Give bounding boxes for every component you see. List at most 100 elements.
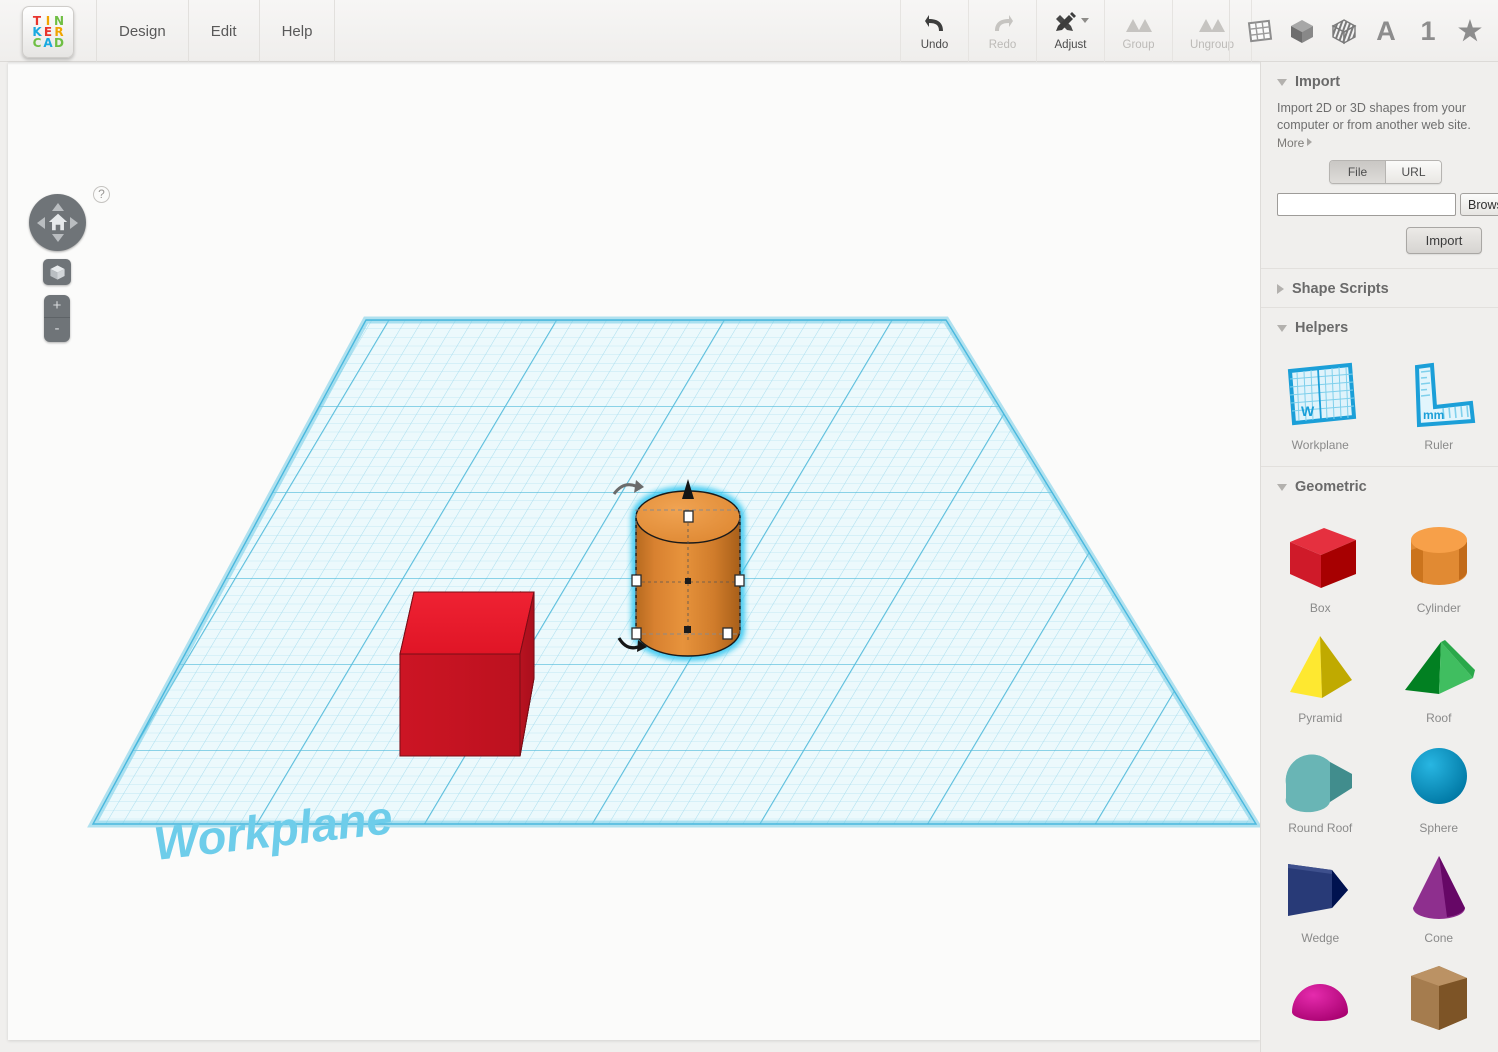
handle-bottom-left-scale[interactable] (631, 627, 642, 640)
handle-center[interactable] (685, 578, 691, 584)
workplane-helper-icon: W (1275, 356, 1365, 434)
shape-label-roof: Roof (1426, 711, 1452, 725)
svg-text:W: W (1301, 403, 1315, 419)
zoom-in-button[interactable]: + (44, 295, 70, 318)
shape-item-pyramid[interactable]: Pyramid (1261, 621, 1380, 731)
import-button-row: Import (1277, 216, 1482, 254)
text-letter-icon[interactable]: A (1366, 9, 1406, 53)
section-header-geometric[interactable]: Geometric (1261, 466, 1498, 505)
svg-text:mm: mm (1423, 408, 1444, 422)
nav-left-arrow[interactable] (37, 217, 45, 229)
import-button[interactable]: Import (1406, 227, 1482, 254)
top-toolbar: TINKERCAD Design Edit Help Undo Redo Adjust… (0, 0, 1498, 62)
shape-item-half-sphere[interactable] (1261, 951, 1380, 1047)
shape-item-round-roof[interactable]: Round Roof (1261, 731, 1380, 841)
tool-undo[interactable]: Undo (900, 0, 968, 62)
ruler-helper-icon: mm (1394, 356, 1484, 434)
zoom-out-button[interactable]: - (44, 318, 70, 341)
chevron-down-icon (1277, 324, 1287, 332)
ungroup-icon (1197, 11, 1227, 37)
import-file-row: Browse... (1277, 193, 1498, 216)
shape-item-roof[interactable]: Roof (1380, 621, 1498, 731)
sphere-shape-icon (1394, 739, 1484, 817)
group-icon (1124, 11, 1154, 37)
shape-item-sphere[interactable]: Sphere (1380, 731, 1498, 841)
shape-label-sphere: Sphere (1419, 821, 1459, 835)
helper-item-ruler[interactable]: mm Ruler (1380, 348, 1498, 458)
fit-view-cube-button[interactable] (43, 259, 71, 285)
view-navigation-pad[interactable] (29, 194, 86, 251)
undo-icon (923, 11, 947, 37)
3d-canvas[interactable]: Workplane ? + - (8, 62, 1260, 1040)
view-tools: A 1 ★ (1229, 0, 1490, 62)
section-title-helpers: Helpers (1295, 320, 1349, 336)
tool-group: Group (1104, 0, 1172, 62)
tool-adjust[interactable]: Adjust (1036, 0, 1104, 62)
tab-url[interactable]: URL (1385, 161, 1441, 183)
help-button[interactable]: ? (93, 186, 110, 203)
shape-item-cone[interactable]: Cone (1380, 841, 1498, 951)
section-title-geometric: Geometric (1295, 479, 1367, 495)
shape-label-round-roof: Round Roof (1288, 821, 1353, 835)
nav-right-arrow[interactable] (70, 217, 78, 229)
shape-item-wedge[interactable]: Wedge (1261, 841, 1380, 951)
handle-bottom-center[interactable] (684, 626, 691, 633)
import-source-tabs[interactable]: File URL (1329, 160, 1442, 184)
logo-letter-d-8: D (54, 35, 64, 50)
menu-help[interactable]: Help (260, 0, 336, 62)
handle-right-scale[interactable] (734, 574, 745, 587)
shapes-panel[interactable]: Import Import 2D or 3D shapes from your … (1260, 62, 1498, 1052)
favorite-star-icon[interactable]: ★ (1450, 9, 1490, 53)
shape-label-wedge: Wedge (1301, 931, 1340, 945)
import-file-input[interactable] (1277, 193, 1456, 216)
shape-item-cylinder[interactable]: Cylinder (1380, 511, 1498, 621)
hatched-cube-icon[interactable] (1324, 9, 1364, 53)
more-label: More (1277, 136, 1305, 150)
shape-item-hexagon-prism[interactable] (1380, 951, 1498, 1047)
red-box-object[interactable] (399, 591, 535, 757)
shape-label-pyramid: Pyramid (1298, 711, 1343, 725)
geometric-shapes-grid: Box Cylinder Pyramid Roof Round Roof Sph… (1261, 505, 1498, 1051)
cylinder-shape-icon (1394, 519, 1484, 597)
section-title-import: Import (1295, 74, 1341, 90)
handle-left-scale[interactable] (631, 574, 642, 587)
menu-design[interactable]: Design (96, 0, 189, 62)
workplane-grid-icon[interactable] (1240, 9, 1280, 53)
section-header-import[interactable]: Import (1261, 62, 1498, 100)
import-more-link[interactable]: More (1277, 136, 1482, 150)
chevron-down-icon (1277, 483, 1287, 491)
tab-file[interactable]: File (1330, 161, 1385, 183)
nav-down-arrow[interactable] (52, 234, 64, 242)
import-description: Import 2D or 3D shapes from your compute… (1277, 101, 1471, 132)
logo-letter-c-6: C (32, 35, 42, 50)
tinkercad-logo[interactable]: TINKERCAD (22, 6, 74, 58)
more-arrow-icon (1307, 138, 1313, 146)
helper-item-workplane[interactable]: W Workplane (1261, 348, 1380, 458)
main-menu: Design Edit Help (96, 0, 336, 62)
shape-item-box[interactable]: Box (1261, 511, 1380, 621)
tool-label-adjust: Adjust (1054, 39, 1087, 51)
home-icon[interactable] (47, 211, 69, 233)
number-one-icon[interactable]: 1 (1408, 9, 1448, 53)
logo-letter-grid: TINKERCAD (32, 15, 65, 50)
workplane-scene[interactable]: Workplane (8, 62, 1260, 1040)
shape-label-box: Box (1309, 601, 1331, 615)
browse-button[interactable]: Browse... (1460, 193, 1498, 216)
handle-bottom-right-scale[interactable] (722, 627, 733, 640)
section-header-helpers[interactable]: Helpers (1261, 307, 1498, 346)
tool-label-redo: Redo (988, 39, 1017, 51)
cube-icon (49, 264, 65, 280)
tool-label-ungroup: Ungroup (1189, 39, 1235, 51)
section-header-shape-scripts[interactable]: Shape Scripts (1261, 268, 1498, 307)
menu-edit[interactable]: Edit (189, 0, 260, 62)
helper-label-ruler: Ruler (1424, 438, 1454, 452)
chevron-down-icon (1277, 78, 1287, 86)
chevron-down-icon[interactable] (1080, 17, 1089, 23)
solid-cube-icon[interactable] (1282, 9, 1322, 53)
handle-top-scale[interactable] (683, 510, 694, 523)
nav-up-arrow[interactable] (52, 203, 64, 211)
roof-shape-icon (1394, 629, 1484, 707)
zoom-controls[interactable]: + - (44, 295, 70, 342)
hexagon-prism-shape-icon (1394, 959, 1484, 1037)
cone-shape-icon (1394, 849, 1484, 927)
